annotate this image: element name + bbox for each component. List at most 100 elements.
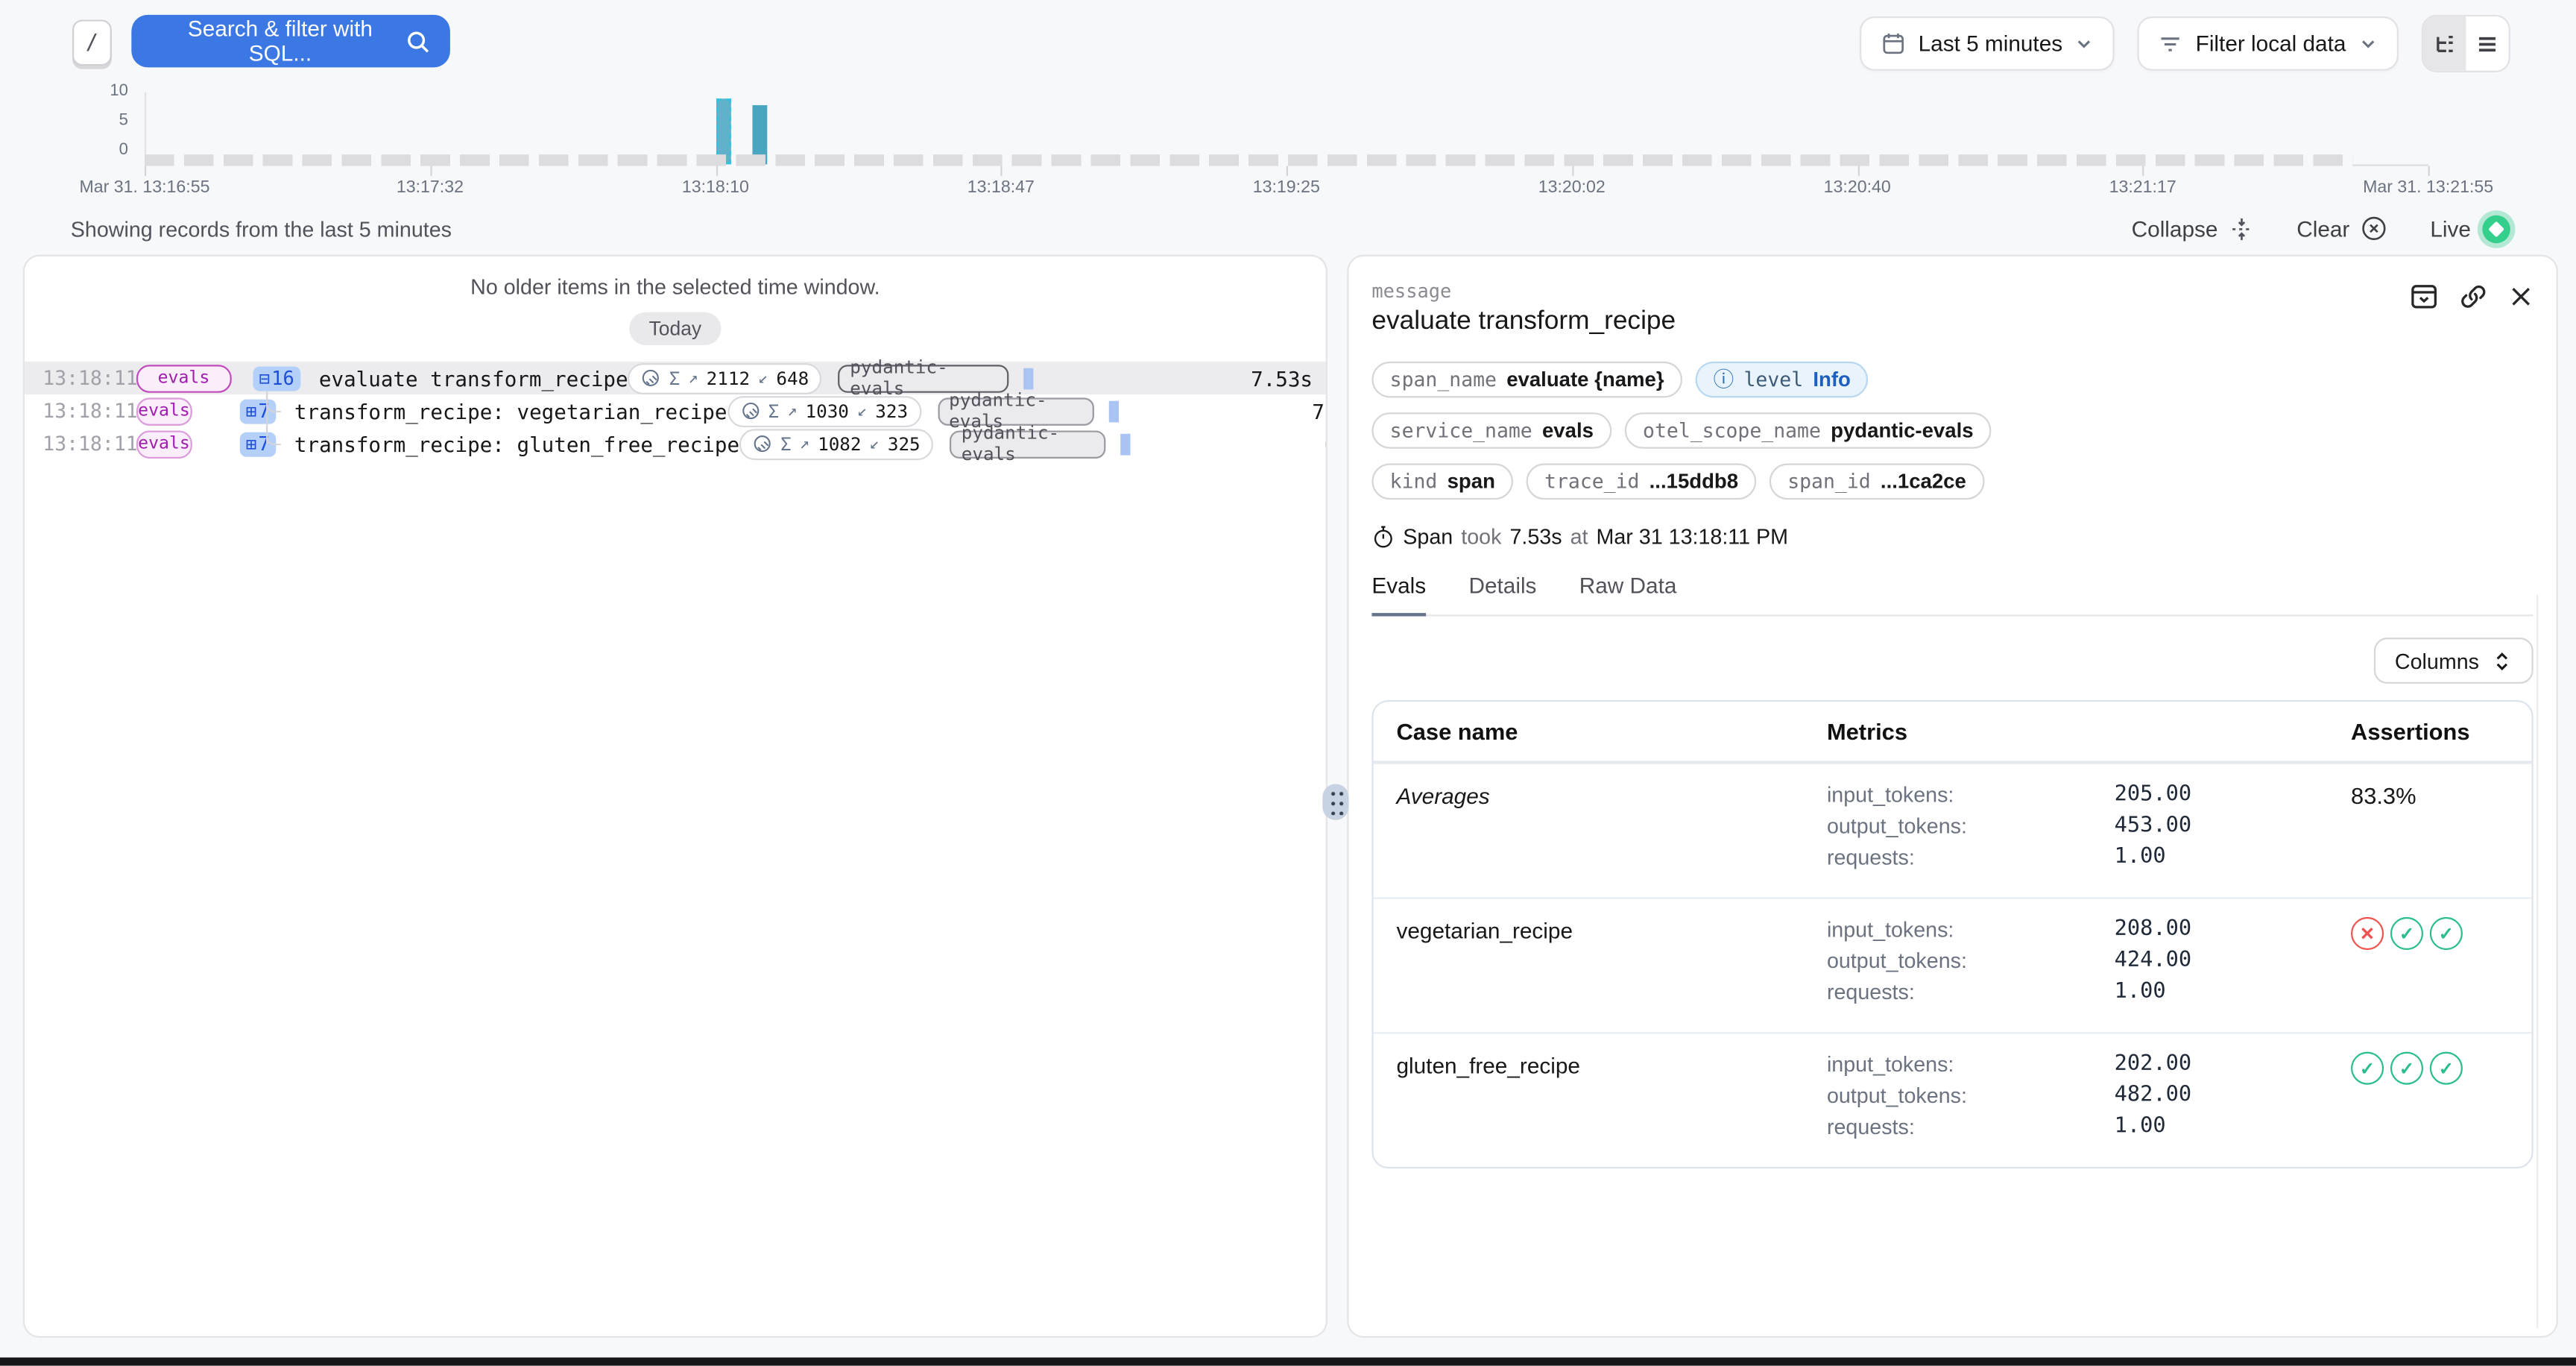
attribute-tag[interactable]: span_nameevaluate {name} (1371, 362, 1682, 397)
input-arrow-icon: ↗ (688, 369, 698, 387)
search-button[interactable]: Search & filter with SQL... (131, 15, 450, 68)
date-pill[interactable]: Today (629, 312, 721, 345)
info-icon: ⓘ (1714, 369, 1734, 390)
y-axis-tick: 5 (79, 112, 128, 130)
level-info-tag[interactable]: ⓘlevelInfo (1695, 362, 1869, 397)
token-coin-icon (641, 368, 660, 388)
live-status-icon (2482, 215, 2510, 242)
column-header: Assertions (2351, 718, 2509, 744)
sum-icon: Σ (669, 368, 681, 389)
detail-title: evaluate transform_recipe (1371, 307, 1676, 337)
assertion-results: ✕ ✓ ✓ (2351, 917, 2509, 1011)
x-axis-tick: Mar 31. 13:21:55 (2363, 177, 2493, 197)
evals-table-row[interactable]: gluten_free_recipe input_tokens:202.00 o… (1374, 1032, 2532, 1167)
token-metrics-pill: Σ ↗2112 ↙648 (628, 362, 822, 394)
case-name: gluten_free_recipe (1396, 1052, 1826, 1146)
case-metrics: input_tokens:202.00 output_tokens:482.00… (1827, 1052, 2351, 1146)
dock-panel-icon (2410, 283, 2437, 310)
attribute-tags-row: span_nameevaluate {name} ⓘlevelInfo (1371, 362, 2533, 397)
tab-details[interactable]: Details (1468, 573, 1536, 616)
token-coin-icon (753, 434, 772, 453)
chevron-down-icon (2076, 34, 2094, 52)
x-axis-tick: 13:21:17 (2109, 177, 2176, 197)
attribute-tag[interactable]: service_nameevals (1371, 412, 1611, 448)
evals-table-header: Case name Metrics Assertions (1374, 702, 2532, 763)
copy-link-button[interactable] (2460, 283, 2487, 310)
slash-shortcut-keycap: / (72, 19, 112, 66)
live-toggle[interactable]: Live (2430, 215, 2510, 242)
token-metrics-pill: Σ ↗1082 ↙325 (739, 428, 933, 459)
trace-row[interactable]: 13:18:11 evals ⊟16 evaluate transform_re… (25, 362, 1326, 394)
list-view-toggle[interactable] (2466, 16, 2508, 71)
attribute-tag[interactable]: span_id...1ca2ce (1770, 464, 1984, 500)
output-arrow-icon: ↙ (870, 435, 880, 453)
span-duration-summary: Span took 7.53s at Mar 31 13:18:11 PM (1371, 524, 2533, 549)
assertion-pass-icon: ✓ (2390, 1052, 2423, 1085)
clear-circle-x-icon (2361, 215, 2387, 242)
tree-view-toggle[interactable] (2423, 16, 2466, 71)
evals-table-row[interactable]: Averages input_tokens:205.00 output_toke… (1374, 763, 2532, 898)
dock-panel-button[interactable] (2410, 283, 2437, 310)
case-name: Averages (1396, 782, 1826, 876)
case-name: vegetarian_recipe (1396, 917, 1826, 1011)
x-axis-tick: 13:18:47 (967, 177, 1035, 197)
filter-local-data-select[interactable]: Filter local data (2138, 16, 2399, 71)
collapse-label: Collapse (2132, 216, 2218, 241)
clear-button[interactable]: Clear (2296, 215, 2387, 242)
timeline-plot[interactable] (145, 95, 2428, 161)
expand-collapse-badge[interactable]: ⊟16 (253, 365, 301, 390)
trace-row[interactable]: 13:18:11 evals ⊞7 transform_recipe: vege… (25, 394, 1326, 427)
link-icon (2460, 283, 2487, 310)
topbar: / Search & filter with SQL... Last 5 min… (0, 0, 2576, 82)
close-panel-button[interactable] (2509, 284, 2534, 309)
assertion-results: ✓ ✓ ✓ (2351, 1052, 2509, 1146)
assertions-percentage: 83.3% (2351, 782, 2509, 876)
row-time: 13:18:11 (42, 367, 118, 390)
panel-resize-handle[interactable] (1322, 784, 1348, 819)
record-kind-label: message (1371, 280, 1676, 303)
x-axis-tick: 13:19:25 (1253, 177, 1320, 197)
case-metrics: input_tokens:208.00 output_tokens:424.00… (1827, 917, 2351, 1011)
attribute-tag[interactable]: kindspan (1371, 464, 1513, 500)
detail-tabs: Evals Details Raw Data (1371, 573, 2533, 616)
box-minus-icon: ⊟ (259, 369, 270, 387)
input-arrow-icon: ↗ (787, 402, 797, 420)
view-mode-segmented-control (2422, 15, 2510, 72)
assertion-pass-icon: ✓ (2390, 917, 2423, 950)
trace-rows: 13:18:11 evals ⊟16 evaluate transform_re… (25, 362, 1326, 460)
output-arrow-icon: ↙ (758, 369, 768, 387)
x-axis-tick: 13:20:02 (1538, 177, 1606, 197)
evals-tag-badge: evals (136, 397, 192, 424)
window-bottom-edge (0, 1358, 2576, 1366)
columns-button[interactable]: Columns (2373, 638, 2533, 684)
topbar-controls: Last 5 minutes Filter local data (1859, 15, 2510, 72)
showing-records-text: Showing records from the last 5 minutes (71, 216, 452, 241)
time-range-select[interactable]: Last 5 minutes (1859, 16, 2115, 71)
column-header: Metrics (1827, 718, 2351, 744)
chevron-down-icon (2359, 34, 2377, 52)
close-icon (2509, 284, 2534, 309)
assertion-pass-icon: ✓ (2430, 1052, 2463, 1085)
evals-tag-badge: evals (136, 364, 231, 391)
tab-raw-data[interactable]: Raw Data (1579, 573, 1677, 616)
tab-evals[interactable]: Evals (1371, 573, 1426, 616)
trace-row[interactable]: 13:18:11 evals ⊞7 transform_recipe: glut… (25, 427, 1326, 460)
live-label: Live (2430, 216, 2471, 241)
x-axis-tick: 13:18:10 (682, 177, 749, 197)
x-axis-tick: Mar 31. 13:16:55 (79, 177, 209, 197)
duration-value: 6.89s (1309, 432, 1328, 456)
scope-badge: pydantic-evals (938, 397, 1094, 424)
attribute-tag[interactable]: trace_id...15ddb8 (1527, 464, 1757, 500)
y-axis-tick: 0 (79, 142, 128, 160)
attribute-tag[interactable]: otel_scope_namepydantic-evals (1625, 412, 1992, 448)
evals-table-row[interactable]: vegetarian_recipe input_tokens:208.00 ou… (1374, 897, 2532, 1032)
collapse-button[interactable]: Collapse (2132, 216, 2254, 241)
sum-icon: Σ (768, 400, 780, 422)
trace-list-panel: No older items in the selected time wind… (23, 255, 1328, 1338)
token-metrics-pill: Σ ↗1030 ↙323 (727, 395, 921, 427)
scrollbar-track[interactable] (2536, 595, 2538, 1328)
time-range-value: Last 5 minutes (1919, 31, 2063, 56)
x-axis: Mar 31. 13:16:55 13:17:32 13:18:10 13:18… (145, 164, 2428, 197)
span-detail-panel: message evaluate transform_recipe (1347, 255, 2557, 1338)
evals-tag-badge: evals (136, 429, 192, 457)
